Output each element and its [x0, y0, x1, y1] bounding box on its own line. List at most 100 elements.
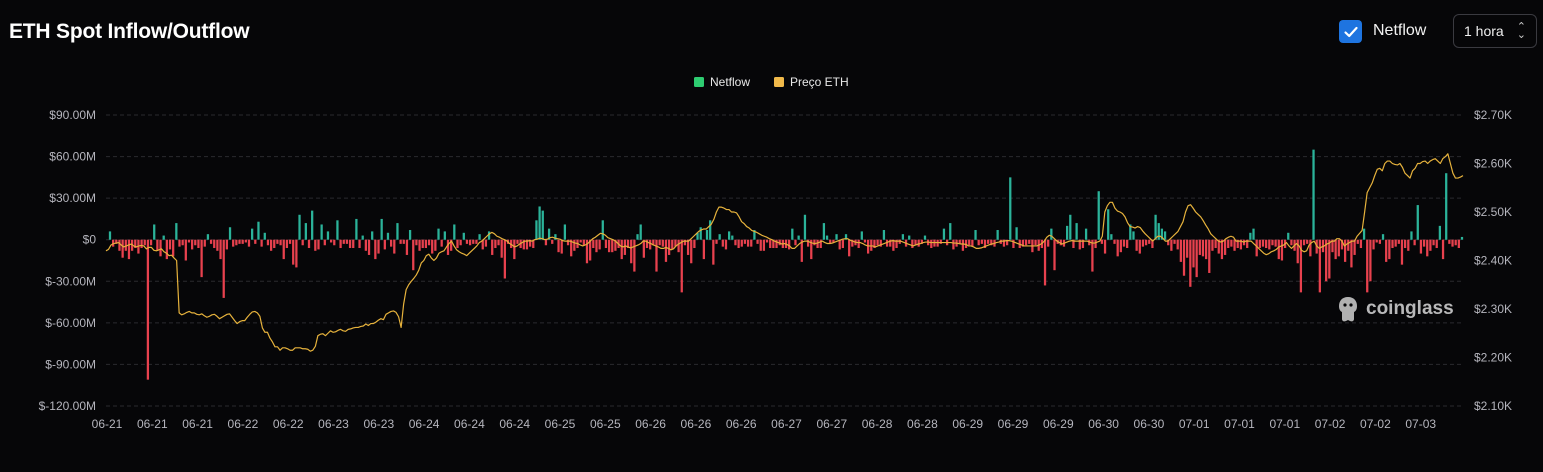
netflow-bar: [396, 223, 399, 240]
netflow-bar: [680, 239, 683, 293]
netflow-bar: [1353, 239, 1356, 255]
netflow-bar: [598, 239, 601, 250]
netflow-bar: [686, 239, 690, 255]
netflow-bar: [601, 220, 604, 240]
netflow-bar: [285, 239, 289, 249]
netflow-bar: [1163, 231, 1167, 240]
netflow-bar: [437, 228, 440, 240]
x-tick-label: 07-02: [1315, 417, 1346, 431]
netflow-bar: [279, 239, 282, 246]
netflow-bar: [1356, 239, 1359, 244]
netflow-bar: [1189, 239, 1192, 287]
netflow-bar: [497, 239, 500, 246]
netflow-bar: [604, 239, 608, 249]
netflow-bar: [797, 235, 800, 240]
y-right-tick-label: $2.40K: [1474, 254, 1512, 268]
x-tick-label: 06-29: [952, 417, 983, 431]
netflow-bar: [491, 239, 494, 255]
netflow-bar: [822, 223, 826, 240]
netflow-bar: [1214, 239, 1217, 249]
netflow-bar: [1173, 239, 1176, 244]
netflow-bar: [1179, 239, 1182, 262]
x-tick-label: 06-23: [318, 417, 349, 431]
netflow-bar: [228, 227, 232, 240]
netflow-bar: [582, 239, 585, 246]
netflow-bar: [165, 239, 168, 260]
netflow-bar: [1230, 239, 1233, 247]
x-tick-label: 06-21: [137, 417, 168, 431]
netflow-bar: [153, 224, 156, 240]
netflow-bar: [1195, 239, 1198, 278]
netflow-bar: [434, 239, 437, 251]
netflow-bar: [282, 239, 285, 260]
netflow-bar: [860, 231, 863, 240]
x-tick-label: 07-01: [1269, 417, 1300, 431]
netflow-bar: [1170, 239, 1173, 251]
x-tick-label: 06-27: [771, 417, 802, 431]
netflow-bar: [371, 231, 374, 240]
netflow-bar: [367, 239, 371, 255]
legend-netflow-swatch: [694, 77, 704, 87]
netflow-bar: [254, 239, 257, 244]
netflow-bar: [1350, 239, 1353, 268]
netflow-bar: [339, 239, 342, 249]
netflow-bar: [690, 239, 693, 264]
netflow-bar: [197, 239, 200, 249]
netflow-bar: [1334, 239, 1337, 260]
y-left-tick-label: $-90.00M: [45, 357, 96, 371]
netflow-bar: [1397, 239, 1400, 244]
netflow-bar: [882, 230, 886, 240]
coinglass-logo-icon: [1339, 297, 1357, 322]
netflow-bar: [380, 218, 383, 240]
netflow-bar: [288, 239, 292, 244]
netflow-bar: [213, 239, 216, 249]
netflow-bar: [235, 239, 238, 246]
netflow-bar: [595, 239, 598, 253]
netflow-bar: [1432, 239, 1435, 246]
netflow-bar: [750, 239, 753, 247]
netflow-bar: [393, 239, 396, 254]
netflow-bar: [1091, 239, 1094, 272]
netflow-bar: [149, 239, 153, 246]
netflow-bar: [1448, 239, 1451, 244]
netflow-bar: [544, 239, 548, 246]
netflow-bar: [1141, 239, 1145, 247]
x-tick-label: 06-28: [907, 417, 938, 431]
netflow-bar: [1015, 227, 1018, 240]
netflow-bar: [794, 239, 797, 246]
netflow-bar: [980, 239, 983, 244]
netflow-bar: [1280, 239, 1284, 261]
netflow-bar: [731, 235, 734, 240]
y-left-tick-label: $-30.00M: [45, 274, 96, 288]
x-tick-label: 06-28: [862, 417, 893, 431]
netflow-bar: [541, 210, 544, 240]
netflow-bar: [639, 224, 642, 240]
netflow-bar: [705, 230, 709, 240]
x-tick-label: 06-23: [363, 417, 394, 431]
x-tick-label: 06-29: [998, 417, 1029, 431]
netflow-bar: [225, 239, 229, 250]
x-tick-label: 06-26: [635, 417, 666, 431]
netflow-bar: [377, 239, 380, 254]
netflow-bar: [216, 239, 219, 251]
netflow-bar: [355, 218, 358, 240]
netflow-bar: [295, 239, 298, 268]
netflow-bar: [1375, 239, 1378, 243]
netflow-bar: [664, 239, 668, 262]
netflow-bar: [1132, 231, 1135, 240]
netflow-bar: [1047, 239, 1050, 247]
netflow-bar: [159, 239, 162, 257]
netflow-bar: [1116, 239, 1119, 257]
netflow-bar: [1429, 239, 1432, 251]
netflow-bar: [1457, 239, 1460, 249]
legend-price-label: Preço ETH: [790, 75, 849, 89]
netflow-bar: [866, 239, 870, 254]
netflow-bar: [203, 239, 206, 247]
netflow-bar: [232, 239, 235, 247]
netflow-bar: [465, 239, 469, 244]
netflow-bar: [1201, 239, 1205, 257]
netflow-bar: [769, 239, 772, 249]
netflow-bar: [974, 230, 977, 240]
netflow-bar: [478, 234, 481, 240]
netflow-bar: [418, 239, 421, 251]
